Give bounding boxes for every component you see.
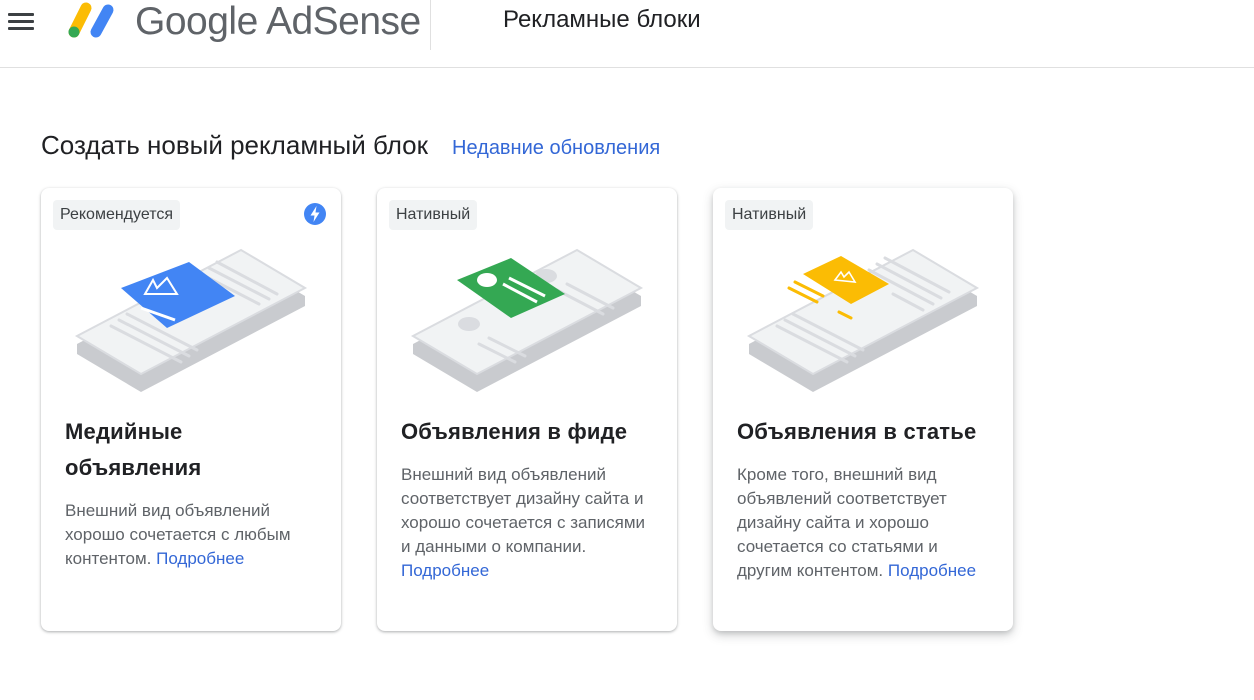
in-article-ad-illustration bbox=[746, 248, 980, 392]
learn-more-link[interactable]: Подробнее bbox=[156, 549, 244, 568]
learn-more-link[interactable]: Подробнее bbox=[888, 561, 976, 580]
top-app-bar: Google AdSense Рекламные блоки bbox=[0, 0, 1254, 68]
recent-updates-link[interactable]: Недавние обновления bbox=[452, 137, 660, 160]
card-description: Внешний вид объявлений хорошо сочетается… bbox=[65, 499, 320, 571]
card-title: Объявления в фиде bbox=[401, 419, 628, 444]
adsense-logo-icon bbox=[68, 2, 114, 38]
display-ad-illustration bbox=[74, 248, 308, 392]
ad-type-card-display[interactable]: Рекомендуется Медийные объявления Внешни… bbox=[41, 188, 341, 631]
ad-type-card-in-article[interactable]: Нативный Объявления в статье Кроме того,… bbox=[713, 188, 1013, 631]
section-header: Создать новый рекламный блок Недавние об… bbox=[41, 130, 660, 166]
page-title: Рекламные блоки bbox=[503, 6, 701, 33]
card-badge: Рекомендуется bbox=[53, 200, 181, 230]
card-title: Объявления в статье bbox=[737, 419, 977, 444]
card-badge: Нативный bbox=[725, 200, 814, 230]
in-feed-ad-illustration bbox=[410, 248, 644, 392]
card-description-text: Внешний вид объявлений соответствует диз… bbox=[401, 465, 646, 556]
card-title: Медийные объявления bbox=[65, 419, 202, 480]
ad-type-card-in-feed[interactable]: Нативный Объявления в фиде Внешний вид о… bbox=[377, 188, 677, 631]
section-title: Создать новый рекламный блок bbox=[41, 130, 429, 160]
hamburger-menu-icon[interactable] bbox=[4, 6, 36, 34]
adsense-logo-text[interactable]: Google AdSense bbox=[135, 0, 421, 44]
card-description: Внешний вид объявлений соответствует диз… bbox=[401, 463, 656, 583]
lightning-bolt-icon bbox=[304, 203, 326, 225]
card-badge: Нативный bbox=[389, 200, 478, 230]
header-divider bbox=[430, 0, 431, 50]
card-description: Кроме того, внешний вид объявлений соотв… bbox=[737, 463, 992, 583]
learn-more-link[interactable]: Подробнее bbox=[401, 561, 489, 580]
